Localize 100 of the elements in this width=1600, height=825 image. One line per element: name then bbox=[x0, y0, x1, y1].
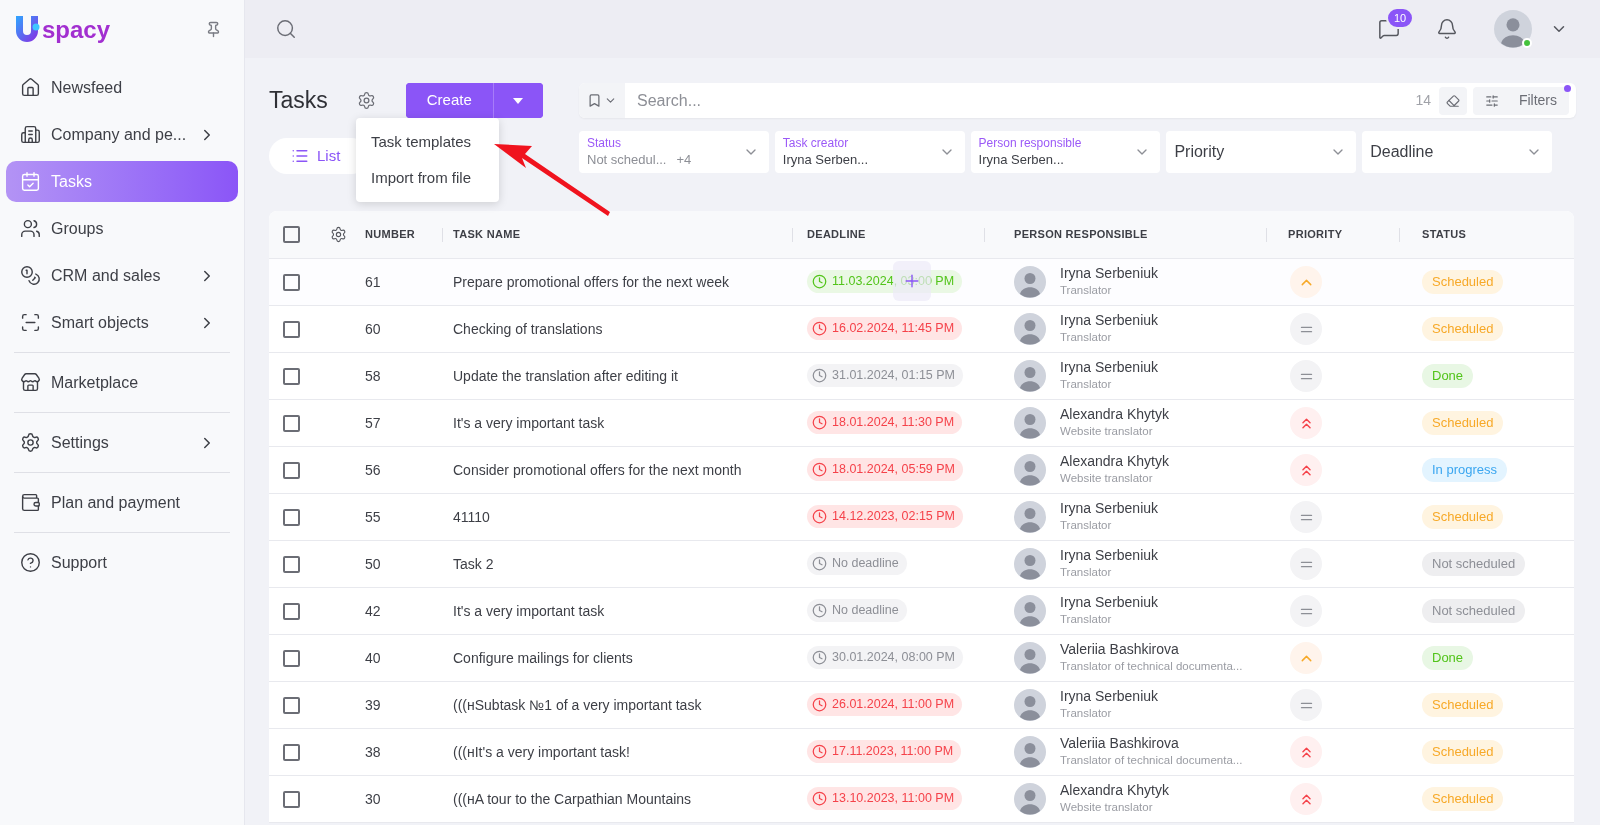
task-name[interactable]: It's a very important task bbox=[453, 602, 605, 619]
row-checkbox[interactable] bbox=[283, 508, 300, 526]
filter-label: Person responsible bbox=[978, 135, 1083, 151]
search-icon[interactable] bbox=[275, 18, 297, 40]
pin-icon[interactable] bbox=[205, 20, 222, 38]
sidebar-item[interactable]: Groups bbox=[6, 208, 238, 249]
person-name[interactable]: Iryna Serbeniuk bbox=[1060, 594, 1159, 611]
person-name[interactable]: Valeriia Bashkirova bbox=[1060, 641, 1243, 658]
task-name[interactable]: It's a very important task bbox=[453, 414, 605, 431]
clock-icon bbox=[812, 461, 827, 477]
sidebar-item[interactable]: Smart objects bbox=[6, 302, 238, 343]
select-all-checkbox[interactable] bbox=[283, 226, 300, 243]
store-icon bbox=[20, 372, 41, 393]
avatar-icon bbox=[1014, 454, 1046, 486]
row-checkbox[interactable] bbox=[283, 602, 300, 620]
avatar-icon bbox=[1014, 360, 1046, 392]
person-role: Translator bbox=[1060, 706, 1113, 721]
settings-icon[interactable] bbox=[329, 226, 347, 243]
task-number: 50 bbox=[365, 555, 381, 572]
task-name[interactable]: Update the translation after editing it bbox=[453, 367, 678, 384]
person-name[interactable]: Iryna Serbeniuk bbox=[1060, 500, 1159, 517]
filter-dropdown[interactable]: Task creator Iryna Serben... bbox=[774, 131, 965, 173]
task-name[interactable]: (((нIt's a very important task! bbox=[453, 743, 630, 760]
deadline-badge: 17.11.2023, 11:00 PM bbox=[807, 739, 962, 763]
person-name[interactable]: Alexandra Khytyk bbox=[1060, 782, 1169, 799]
column-header[interactable]: NUMBER bbox=[365, 226, 416, 243]
clear-button[interactable] bbox=[1439, 86, 1467, 115]
sidebar-item[interactable]: CRM and sales bbox=[6, 255, 238, 296]
row-checkbox[interactable] bbox=[283, 367, 300, 385]
row-checkbox[interactable] bbox=[283, 555, 300, 573]
person-name[interactable]: Iryna Serbeniuk bbox=[1060, 265, 1159, 282]
clock-icon bbox=[812, 696, 827, 712]
filters-button[interactable]: Filters bbox=[1473, 86, 1569, 115]
status-badge: Done bbox=[1422, 646, 1474, 670]
sidebar-item[interactable]: Newsfeed bbox=[6, 67, 238, 108]
column-header[interactable]: STATUS bbox=[1422, 228, 1467, 241]
avatar-icon bbox=[1014, 407, 1046, 439]
person-role: Translator bbox=[1060, 283, 1113, 298]
scan-icon bbox=[20, 312, 41, 333]
column-header[interactable]: DEADLINE bbox=[807, 226, 866, 243]
task-number: 38 bbox=[365, 743, 381, 760]
task-name[interactable]: (((нSubtask №1 of a very important task bbox=[453, 696, 702, 713]
filter-dropdown[interactable]: Person responsible Iryna Serben... bbox=[970, 131, 1161, 173]
person-name[interactable]: Iryna Serbeniuk bbox=[1060, 547, 1159, 564]
person-name[interactable]: Alexandra Khytyk bbox=[1060, 453, 1169, 470]
filter-dropdown[interactable]: Deadline bbox=[1362, 131, 1552, 173]
column-header[interactable]: PRIORITY bbox=[1288, 226, 1343, 243]
column-header[interactable]: PERSON RESPONSIBLE bbox=[1014, 226, 1148, 243]
filter-value: Not schedul... bbox=[587, 150, 667, 169]
building-icon bbox=[20, 124, 41, 145]
task-name[interactable]: Configure mailings for clients bbox=[453, 649, 633, 666]
row-checkbox[interactable] bbox=[283, 320, 300, 338]
person-role: Translator of technical documenta... bbox=[1060, 753, 1243, 768]
task-name[interactable]: 41110 bbox=[453, 508, 490, 525]
row-checkbox[interactable] bbox=[283, 696, 300, 714]
person-role: Website translator bbox=[1060, 800, 1154, 815]
row-checkbox[interactable] bbox=[283, 743, 300, 761]
row-checkbox[interactable] bbox=[283, 461, 300, 479]
task-number: 39 bbox=[365, 696, 381, 713]
filter-dropdown[interactable]: Status Not schedul... +4 bbox=[579, 131, 769, 173]
person-role: Translator bbox=[1060, 518, 1113, 533]
filter-dropdown[interactable]: Priority bbox=[1166, 131, 1357, 173]
clock-icon bbox=[812, 743, 827, 759]
sidebar-item[interactable]: Settings bbox=[6, 422, 238, 463]
status-badge: Done bbox=[1422, 364, 1474, 388]
status-badge: Not scheduled bbox=[1422, 599, 1526, 623]
task-name[interactable]: Task 2 bbox=[453, 555, 494, 572]
person-role: Website translator bbox=[1060, 471, 1154, 486]
task-name[interactable]: Prepare promotional offers for the next week bbox=[453, 273, 729, 290]
row-checkbox[interactable] bbox=[283, 414, 300, 432]
bookmark-button[interactable] bbox=[579, 83, 625, 118]
caret-icon bbox=[513, 97, 524, 104]
task-number: 42 bbox=[365, 602, 381, 619]
row-checkbox[interactable] bbox=[283, 273, 300, 291]
person-name[interactable]: Iryna Serbeniuk bbox=[1060, 688, 1159, 705]
person-name[interactable]: Alexandra Khytyk bbox=[1060, 406, 1169, 423]
person-name[interactable]: Valeriia Bashkirova bbox=[1060, 735, 1243, 752]
clock-icon bbox=[812, 414, 827, 430]
avatar-icon bbox=[1014, 783, 1046, 815]
row-checkbox[interactable] bbox=[283, 790, 300, 808]
sidebar-item[interactable]: Marketplace bbox=[6, 362, 238, 403]
person-name[interactable]: Iryna Serbeniuk bbox=[1060, 312, 1159, 329]
status-badge: Scheduled bbox=[1422, 505, 1504, 529]
clock-icon bbox=[812, 555, 827, 571]
sidebar-item[interactable]: Company and pe... bbox=[6, 114, 238, 155]
column-header[interactable]: TASK NAME bbox=[453, 226, 521, 243]
bell-icon[interactable] bbox=[1436, 18, 1458, 40]
status-badge: Scheduled bbox=[1422, 411, 1504, 435]
sidebar-item[interactable]: Support bbox=[6, 542, 238, 583]
avatar-icon bbox=[1014, 595, 1046, 627]
sliders-icon bbox=[1485, 93, 1499, 108]
table-row[interactable]: 61 Prepare promotional offers for the next week 11.03.2024, 03:00 PM Iryna Serbeniuk Translator Scheduled bbox=[269, 259, 1574, 306]
task-name[interactable]: Checking of translations bbox=[453, 320, 603, 337]
sidebar-item[interactable]: Plan and payment bbox=[6, 482, 238, 523]
person-name[interactable]: Iryna Serbeniuk bbox=[1060, 359, 1159, 376]
settings-icon[interactable] bbox=[356, 91, 376, 110]
task-name[interactable]: Consider promotional offers for the next month bbox=[453, 461, 742, 478]
task-name[interactable]: (((нA tour to the Carpathian Mountains bbox=[453, 790, 692, 807]
row-checkbox[interactable] bbox=[283, 649, 300, 667]
bookmark-icon bbox=[587, 93, 602, 108]
